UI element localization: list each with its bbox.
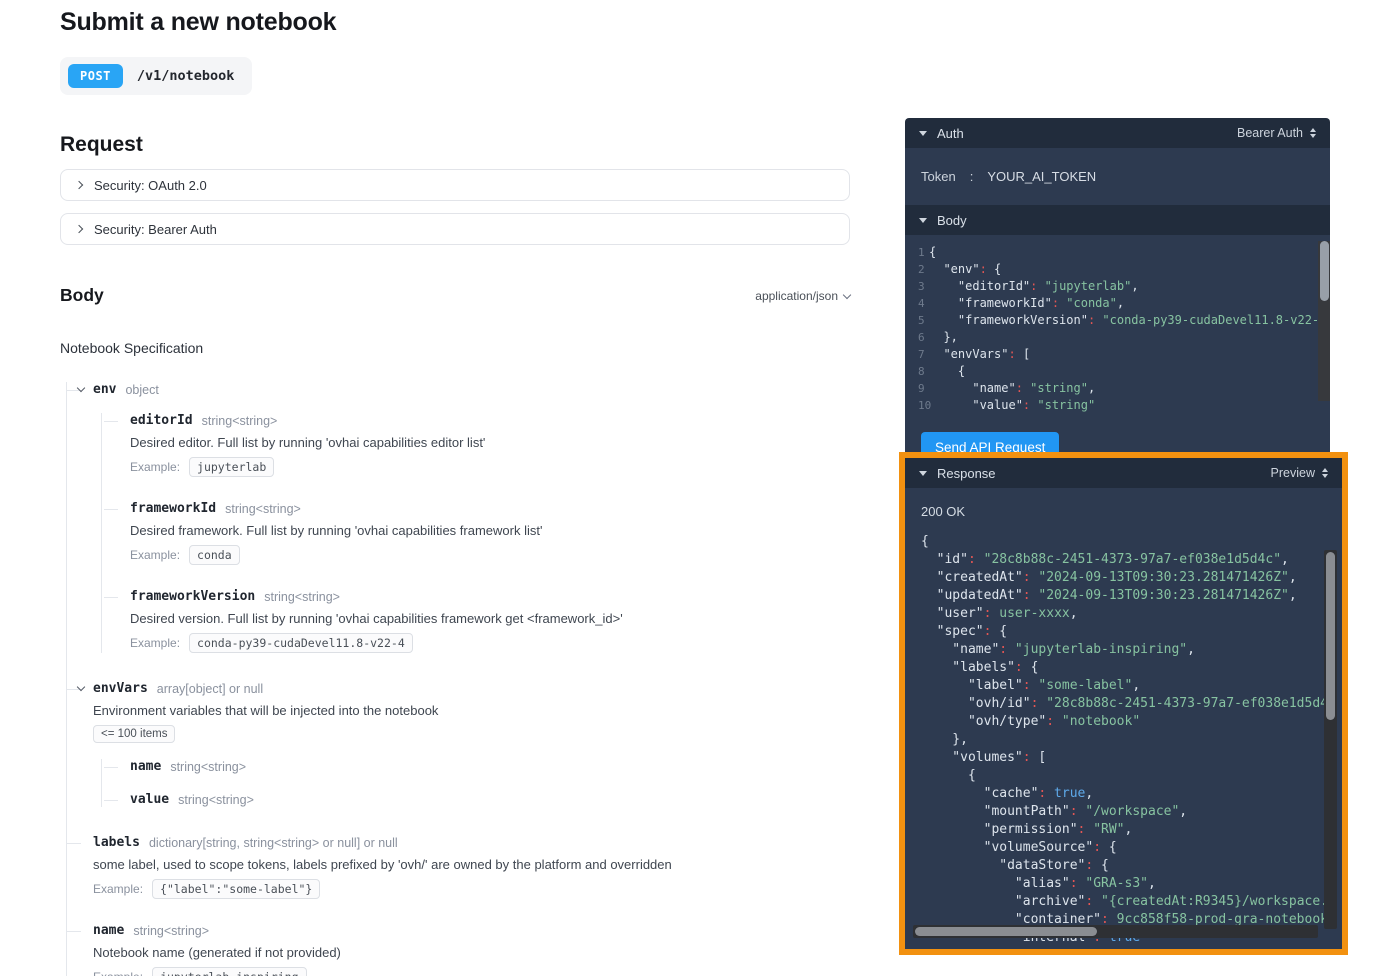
example-value-badge: {"label":"some-label"} [152,879,320,899]
response-section-header[interactable]: Response Preview [905,458,1342,488]
body-section-title: Body [937,213,967,228]
prop-description: Desired version. Full list by running 'o… [130,611,850,626]
prop-description: Desired editor. Full list by running 'ov… [130,435,850,450]
schema-node-frameworkVersion: frameworkVersion string<string> Desired … [130,589,850,653]
body-section-header[interactable]: Body [905,205,1330,235]
example-label: Example: [130,548,180,562]
schema-node-env-toggle[interactable]: env object [93,382,850,397]
example-value-badge: jupyterlab [189,457,274,477]
response-view-select[interactable]: Preview [1271,466,1328,480]
security-oauth-accordion[interactable]: Security: OAuth 2.0 [60,169,850,201]
sort-arrows-icon [1322,468,1328,478]
endpoint-path: /v1/notebook [137,68,235,84]
schema-node-envVars-value: value string<string> [130,792,850,807]
prop-name: frameworkId [130,501,216,516]
schema-node-name: name string<string> Notebook name (gener… [93,923,850,976]
prop-type: array[object] or null [157,682,263,696]
prop-type: string<string> [264,590,340,604]
security-bearer-label: Security: Bearer Auth [94,222,217,237]
auth-section-title: Auth [937,126,964,141]
prop-type: dictionary[string, string<string> or nul… [149,836,398,850]
chevron-down-icon [843,290,851,298]
sort-arrows-icon [1310,128,1316,138]
token-separator: : [970,169,974,184]
prop-name: env [93,382,116,397]
schema-title: Notebook Specification [60,340,850,356]
example-label: Example: [93,882,143,896]
request-heading: Request [60,133,850,157]
prop-name: editorId [130,413,193,428]
chevron-down-icon [77,384,85,392]
content-type-select[interactable]: application/json [755,289,850,303]
example-label: Example: [130,636,180,650]
prop-description: Notebook name (generated if not provided… [93,945,850,960]
body-code-editor[interactable]: 1{2 "env": {3 "editorId": "jupyterlab",4… [905,235,1330,420]
schema-tree: env object editorId string<string> Desir… [66,382,850,976]
http-method-badge: POST [68,64,123,88]
prop-description: Environment variables that will be injec… [93,703,850,718]
chevron-right-icon [75,225,83,233]
chevron-down-icon [77,683,85,691]
endpoint-chip: POST /v1/notebook [60,57,252,95]
schema-node-editorId: editorId string<string> Desired editor. … [130,413,850,477]
triangle-down-icon [919,471,927,476]
prop-type: string<string> [202,414,278,428]
triangle-down-icon [919,218,927,223]
body-heading: Body [60,285,104,306]
response-panel: Response Preview 200 OK { "id": "28c8b88… [905,458,1342,949]
horizontal-scrollbar [913,925,1318,938]
response-view-value: Preview [1271,466,1315,480]
prop-type: string<string> [178,793,254,807]
response-status: 200 OK [921,504,1342,519]
schema-node-env: env object editorId string<string> Desir… [93,382,850,653]
prop-type: string<string> [133,924,209,938]
schema-node-labels: labels dictionary[string, string<string>… [93,835,850,899]
prop-name: value [130,792,169,807]
example-label: Example: [93,970,143,976]
example-value-badge: conda-py39-cudaDevel11.8-v22-4 [189,633,413,653]
prop-name: envVars [93,681,148,696]
example-value-badge: conda [189,545,240,565]
prop-name: name [130,759,161,774]
prop-name: labels [93,835,140,850]
security-bearer-accordion[interactable]: Security: Bearer Auth [60,213,850,245]
auth-section-header[interactable]: Auth Bearer Auth [905,118,1330,148]
page-title: Submit a new notebook [60,8,850,37]
chevron-right-icon [75,181,83,189]
triangle-down-icon [919,131,927,136]
vertical-scrollbar [1318,241,1330,401]
prop-type: object [125,383,158,397]
endpoint-doc: Submit a new notebook POST /v1/notebook … [60,8,850,976]
content-type-value: application/json [755,289,838,303]
example-value-badge: jupyterlab-inspiring [152,967,306,976]
auth-scheme-value: Bearer Auth [1237,126,1303,140]
security-oauth-label: Security: OAuth 2.0 [94,178,207,193]
token-input[interactable]: YOUR_AI_TOKEN [987,169,1096,184]
response-body: 200 OK { "id": "28c8b88c-2451-4373-97a7-… [905,488,1342,949]
prop-type: string<string> [225,502,301,516]
horizontal-scrollbar-thumb[interactable] [915,927,1097,936]
schema-node-envVars: envVars array[object] or null Environmen… [93,681,850,807]
response-section-title: Response [937,466,996,481]
response-code-viewer: { "id": "28c8b88c-2451-4373-97a7-ef038e1… [905,533,1342,947]
prop-description: some label, used to scope tokens, labels… [93,857,850,872]
schema-node-envVars-name: name string<string> [130,759,850,774]
schema-node-frameworkId: frameworkId string<string> Desired frame… [130,501,850,565]
response-highlight-box: Response Preview 200 OK { "id": "28c8b88… [899,452,1348,955]
vertical-scrollbar [1324,550,1337,929]
prop-name: name [93,923,124,938]
example-label: Example: [130,460,180,474]
auth-scheme-select[interactable]: Bearer Auth [1237,126,1316,140]
prop-type: string<string> [170,760,246,774]
prop-description: Desired framework. Full list by running … [130,523,850,538]
try-it-panel: Auth Bearer Auth Token : YOUR_AI_TOKEN B… [905,118,1330,479]
token-label: Token [921,169,956,184]
constraint-badge: <= 100 items [93,725,175,743]
vertical-scrollbar-thumb[interactable] [1326,552,1335,720]
prop-name: frameworkVersion [130,589,255,604]
schema-node-envVars-toggle[interactable]: envVars array[object] or null [93,681,850,696]
vertical-scrollbar-thumb[interactable] [1320,241,1329,301]
